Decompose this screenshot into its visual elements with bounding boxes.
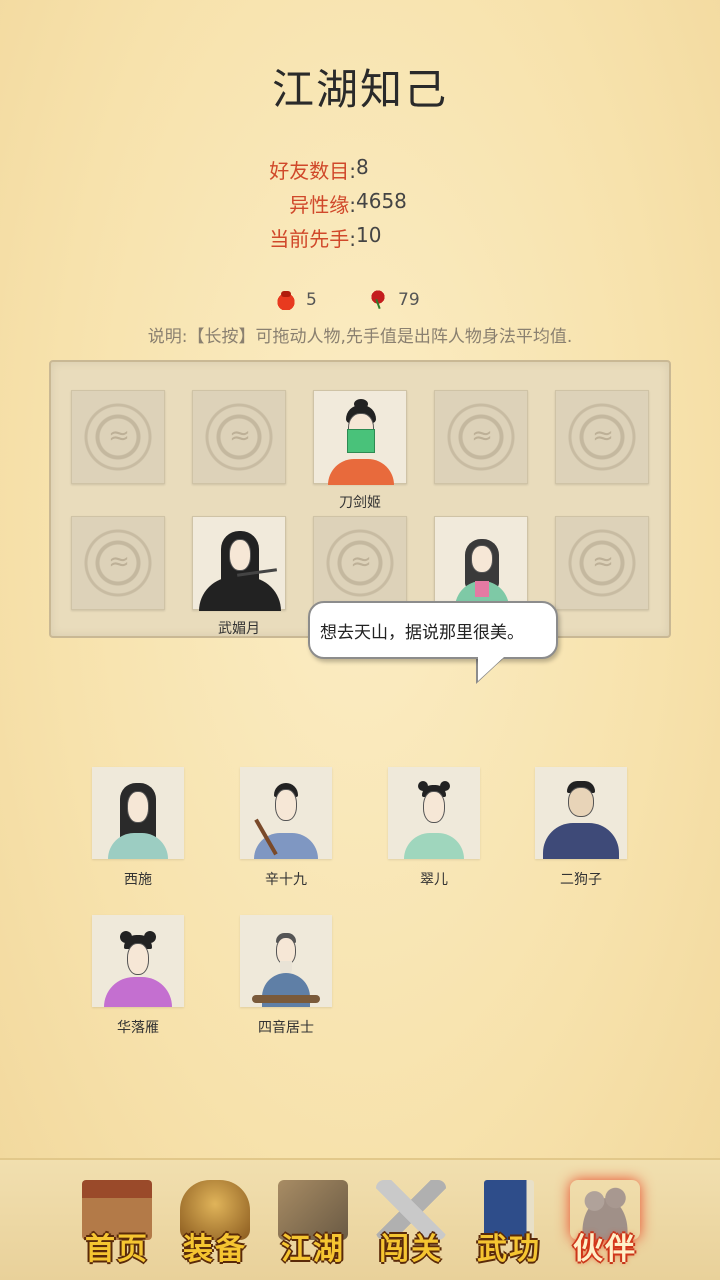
companion-card-siyinjushi[interactable]: 四音居士 <box>240 915 332 1037</box>
character-portrait <box>535 767 627 859</box>
stat-value: 8 <box>356 155 369 179</box>
nav-equipment[interactable]: 装备 <box>170 1174 260 1274</box>
nav-label: 武功 <box>477 1232 541 1267</box>
nav-home[interactable]: 首页 <box>72 1174 162 1274</box>
stat-charm: 异性缘: 4658 <box>0 189 720 219</box>
lineup-slot-name: 武媚月 <box>218 621 260 637</box>
lineup-slot-empty[interactable] <box>555 516 650 610</box>
nav-label: 江湖 <box>281 1232 345 1267</box>
companion-card-xinshijiu[interactable]: 辛十九 <box>240 767 332 889</box>
companion-card-ergouzi[interactable]: 二狗子 <box>535 767 627 889</box>
companion-name: 二狗子 <box>560 872 602 888</box>
stat-initiative: 当前先手: 10 <box>0 223 720 253</box>
lineup-slot-empty[interactable] <box>555 390 650 484</box>
companion-name: 辛十九 <box>265 872 307 888</box>
lineup-slot-empty[interactable] <box>71 516 166 610</box>
nav-label: 伙伴 <box>573 1232 637 1267</box>
character-portrait <box>193 517 287 611</box>
companion-card-xishi[interactable]: 西施 <box>92 767 184 889</box>
lineup-slot-empty[interactable] <box>71 390 166 484</box>
nav-companions[interactable]: 伙伴 <box>560 1174 650 1274</box>
lineup-slot-name: 刀剑姬 <box>339 495 381 511</box>
stat-label: 异性缘: <box>289 193 356 217</box>
stat-label: 好友数目: <box>269 159 356 183</box>
speech-bubble-tail-fill <box>478 657 504 681</box>
character-portrait <box>240 767 332 859</box>
nav-label: 首页 <box>85 1232 149 1267</box>
page-title: 江湖知己 <box>271 65 448 114</box>
companion-name: 四音居士 <box>258 1020 314 1036</box>
character-portrait <box>92 767 184 859</box>
character-portrait <box>314 391 408 485</box>
bottom-nav: 首页 装备 江湖 闯关 武功 伙伴 <box>0 1158 720 1280</box>
character-portrait <box>92 915 184 1007</box>
rose-icon <box>368 290 388 310</box>
character-portrait <box>240 915 332 1007</box>
stat-value: 10 <box>356 223 382 247</box>
resources-bar: 5 79 <box>0 290 720 316</box>
lineup-slot-empty[interactable] <box>313 516 408 610</box>
stat-friend-count: 好友数目: 8 <box>0 155 720 185</box>
companion-name: 西施 <box>124 872 152 888</box>
resource-value: 5 <box>306 290 317 310</box>
companion-name: 翠儿 <box>420 872 448 888</box>
lineup-slot-wumeiyue[interactable] <box>192 516 287 611</box>
nav-martial-arts[interactable]: 武功 <box>464 1174 554 1274</box>
character-portrait <box>388 767 480 859</box>
instruction-note: 说明:【长按】可拖动人物,先手值是出阵人物身法平均值. <box>147 327 573 347</box>
nav-label: 装备 <box>183 1232 247 1267</box>
companion-card-hualuoyan[interactable]: 华落雁 <box>92 915 184 1037</box>
lineup-slot-daojianji[interactable] <box>313 390 408 485</box>
character-portrait <box>435 517 529 611</box>
stat-label: 当前先手: <box>269 227 356 251</box>
lineup-panel: 刀剑姬 武媚月 <box>49 360 671 638</box>
money-pouch-icon <box>276 290 296 310</box>
stat-value: 4658 <box>356 189 407 213</box>
companion-name: 华落雁 <box>117 1020 159 1036</box>
lineup-slot-empty[interactable] <box>192 390 287 484</box>
resource-value: 79 <box>398 290 420 310</box>
resource-rose: 79 <box>368 290 420 310</box>
speech-bubble-text: 想去天山，据说那里很美。 <box>320 622 524 643</box>
nav-jianghu[interactable]: 江湖 <box>268 1174 358 1274</box>
companion-card-cuier[interactable]: 翠儿 <box>388 767 480 889</box>
nav-label: 闯关 <box>379 1232 443 1267</box>
speech-bubble: 想去天山，据说那里很美。 <box>308 601 558 659</box>
lineup-slot-empty[interactable] <box>434 390 529 484</box>
nav-challenge[interactable]: 闯关 <box>366 1174 456 1274</box>
lineup-slot-occupied[interactable] <box>434 516 529 611</box>
resource-pouch: 5 <box>276 290 317 310</box>
